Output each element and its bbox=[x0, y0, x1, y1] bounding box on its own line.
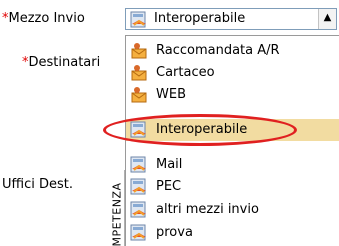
select-value: Interoperabile bbox=[154, 11, 246, 26]
mezzo-invio-label: *Mezzo Invio bbox=[2, 11, 85, 26]
interop-doc-icon bbox=[130, 121, 146, 138]
interop-doc-icon bbox=[130, 178, 146, 195]
section-vertical-label: MPETENZA bbox=[110, 182, 124, 246]
option-raccomandata[interactable]: Raccomandata A/R bbox=[126, 40, 339, 62]
mezzo-invio-select[interactable]: Interoperabile ▲ bbox=[125, 8, 337, 30]
option-web[interactable]: WEB bbox=[126, 84, 339, 106]
option-cartaceo[interactable]: Cartaceo bbox=[126, 62, 339, 84]
envelope-person-icon bbox=[131, 87, 147, 103]
dropdown-button[interactable]: ▲ bbox=[318, 9, 336, 29]
option-mail[interactable]: Mail bbox=[126, 154, 339, 176]
option-pec[interactable]: PEC bbox=[126, 176, 339, 198]
uffici-dest-label: Uffici Dest. bbox=[2, 177, 73, 192]
up-arrow-icon: ▲ bbox=[323, 12, 332, 23]
interop-doc-icon bbox=[130, 201, 146, 218]
mezzo-invio-dropdown-list: Raccomandata A/R Cartaceo WEB Interopera… bbox=[125, 35, 339, 246]
interop-doc-icon bbox=[130, 11, 146, 28]
option-altri-mezzi-invio[interactable]: altri mezzi invio bbox=[126, 199, 339, 221]
interop-doc-icon bbox=[130, 156, 146, 173]
section-vertical-tab: MPETENZA bbox=[110, 170, 125, 246]
interop-doc-icon bbox=[130, 224, 146, 241]
destinatari-label: *Destinatari bbox=[22, 55, 101, 70]
envelope-person-icon bbox=[131, 65, 147, 81]
option-interoperabile[interactable]: Interoperabile bbox=[126, 119, 339, 141]
envelope-person-icon bbox=[131, 43, 147, 59]
option-prova[interactable]: prova bbox=[126, 222, 339, 244]
